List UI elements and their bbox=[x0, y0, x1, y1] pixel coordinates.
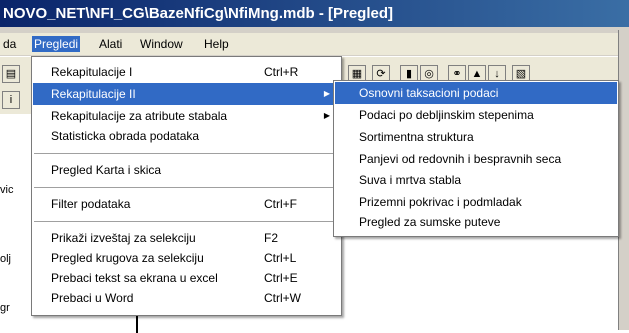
text-fragment: gr bbox=[0, 302, 10, 314]
menu-item-statisticka-obrada[interactable]: Statisticka obrada podataka bbox=[33, 125, 340, 147]
menu-window[interactable]: Window bbox=[138, 36, 185, 52]
menu-separator bbox=[34, 187, 339, 188]
menu-item-prebaci-excel[interactable]: Prebaci tekst sa ekrana u excel Ctrl+E bbox=[33, 267, 340, 289]
submenu-item-debljinski-stepeni[interactable]: Podaci po debljinskim stepenima bbox=[335, 104, 617, 126]
pregledi-dropdown: Rekapitulacije I Ctrl+R Rekapitulacije II… bbox=[31, 56, 342, 316]
submenu-arrow-icon: ▶ bbox=[323, 111, 330, 120]
submenu-item-suva-mrtva-stabla[interactable]: Suva i mrtva stabla bbox=[335, 169, 617, 191]
menu-datoteka[interactable]: da bbox=[1, 36, 18, 52]
menubar: da Pregledi Alati Window Help bbox=[0, 33, 629, 55]
menu-item-karta-skica[interactable]: Pregled Karta i skica bbox=[33, 159, 340, 181]
document-icon[interactable]: ▤ bbox=[2, 65, 20, 83]
submenu-item-panjevi[interactable]: Panjevi od redovnih i bespravnih seca bbox=[335, 148, 617, 170]
menu-separator bbox=[34, 221, 339, 222]
menu-item-prebaci-word[interactable]: Prebaci u Word Ctrl+W bbox=[33, 287, 340, 309]
submenu-arrow-icon: ▶ bbox=[323, 89, 330, 98]
menu-item-rekapitulacije-atributi[interactable]: Rekapitulacije za atribute stabala ▶ bbox=[33, 105, 340, 127]
window-title: NOVO_NET\NFI_CG\BazeNfiCg\NfiMng.mdb - [… bbox=[0, 0, 629, 27]
menu-alati[interactable]: Alati bbox=[97, 36, 124, 52]
rekapitulacije-2-submenu: Osnovni taksacioni podaci Podaci po debl… bbox=[333, 80, 619, 237]
toolbar-button[interactable]: i bbox=[2, 91, 20, 109]
menu-item-filter[interactable]: Filter podataka Ctrl+F bbox=[33, 193, 340, 215]
menu-item-pregled-krugova[interactable]: Pregled krugova za selekciju Ctrl+L bbox=[33, 247, 340, 269]
menu-pregledi[interactable]: Pregledi bbox=[32, 36, 81, 52]
submenu-item-prizemni-pokrivac[interactable]: Prizemni pokrivac i podmladak bbox=[335, 191, 617, 213]
menu-item-prikazi-izvestaj[interactable]: Prikaži izveštaj za selekciju F2 bbox=[33, 227, 340, 249]
submenu-item-osnovni-taksacioni[interactable]: Osnovni taksacioni podaci bbox=[335, 82, 617, 104]
text-fragment: olj bbox=[0, 253, 12, 265]
menu-item-rekapitulacije-1[interactable]: Rekapitulacije I Ctrl+R bbox=[33, 61, 340, 83]
menu-help[interactable]: Help bbox=[202, 36, 231, 52]
menu-item-rekapitulacije-2[interactable]: Rekapitulacije II ▶ bbox=[33, 83, 340, 105]
window-border bbox=[618, 30, 629, 330]
submenu-item-sortimentna-struktura[interactable]: Sortimentna struktura bbox=[335, 126, 617, 148]
submenu-item-sumski-putevi[interactable]: Pregled za sumske puteve bbox=[335, 211, 617, 233]
menu-separator bbox=[34, 153, 339, 154]
text-fragment: vic bbox=[0, 184, 14, 196]
